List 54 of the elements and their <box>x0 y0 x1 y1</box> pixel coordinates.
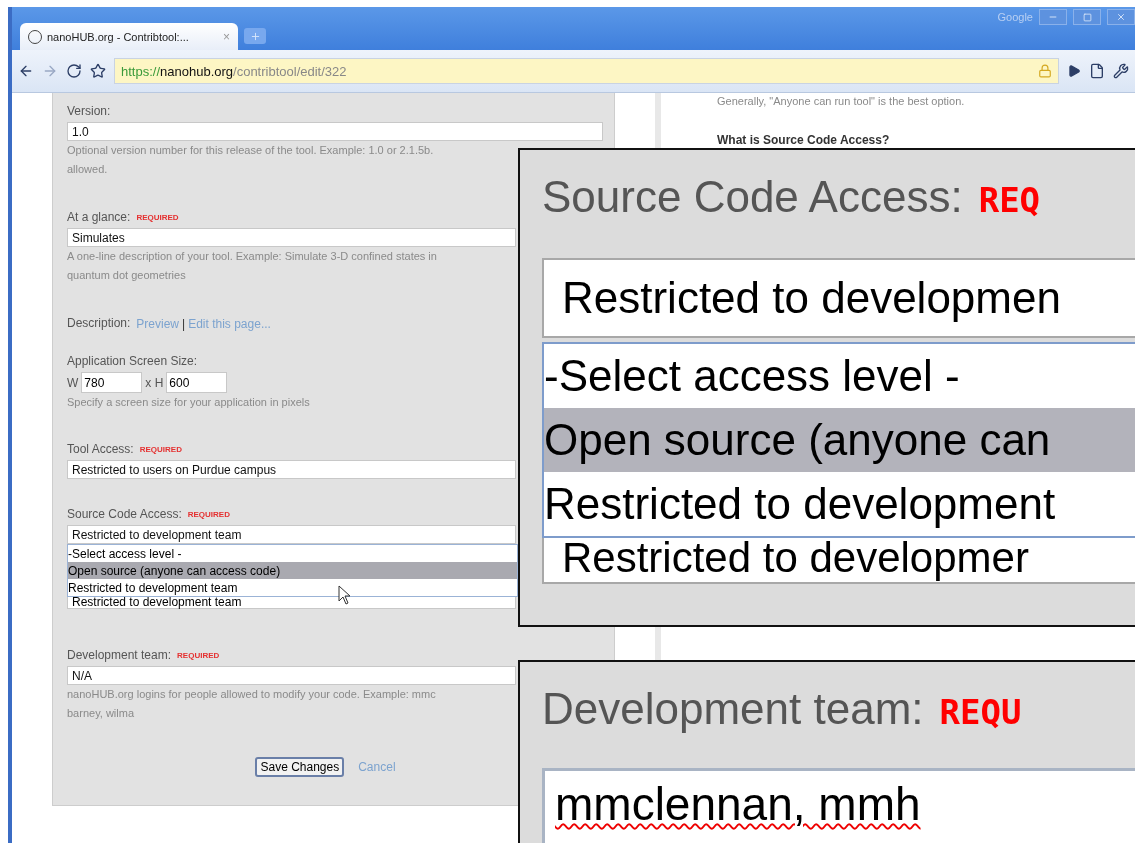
settings-icon[interactable] <box>1113 63 1129 79</box>
select-field[interactable]: Restricted to development team <box>67 525 516 544</box>
address-field[interactable]: https://nanohub.org/contribtool/edit/322 <box>114 58 1059 84</box>
field-label: Application Screen Size: <box>67 354 198 368</box>
help-heading: What is Source Code Access? <box>717 133 891 147</box>
hint-text: A one-line description of your tool. Example: Simulate 3-D confined states in <box>67 249 438 264</box>
required-tag: REQUIRED <box>177 650 220 660</box>
required-tag: REQ <box>978 180 1041 220</box>
dropdown-option[interactable]: Open source (anyone can access code) <box>68 562 517 579</box>
maximize-icon <box>1082 12 1092 22</box>
hint-text: nanoHUB.org logins for people allowed to modify your code. Example: mmc <box>67 687 437 702</box>
select-field[interactable]: Restricted to users on Purdue campus <box>67 460 516 479</box>
width-field[interactable]: 780 <box>81 372 143 393</box>
field-label: Tool Access: <box>67 442 134 456</box>
help-text: Generally, "Anyone can run tool" is the best option. <box>717 95 966 107</box>
star-icon[interactable] <box>90 63 106 79</box>
lock-icon <box>1038 64 1052 78</box>
browser-tab[interactable]: nanoHUB.org - Contribtool:... × <box>20 23 238 50</box>
hint-text: Optional version number for this release of the tool. Example: 1.0 or 2.1.5b. <box>67 143 435 158</box>
select-field[interactable]: Restricted to development team <box>67 597 516 609</box>
plus-icon <box>249 30 261 42</box>
field-label: Source Code Access: <box>67 507 182 521</box>
separator: | <box>182 317 186 331</box>
required-tag: REQUIRED <box>187 509 230 519</box>
required-tag: REQUIRED <box>136 212 179 222</box>
text-field[interactable]: mmclennan, mmh <box>542 768 1135 843</box>
field-label: Description: <box>67 316 131 330</box>
text-field[interactable]: 1.0 <box>67 122 603 141</box>
required-tag: REQU <box>939 692 1022 732</box>
required-tag: REQUIRED <box>139 444 182 454</box>
height-field[interactable]: 600 <box>166 372 228 393</box>
page-icon[interactable] <box>1089 63 1105 79</box>
text-field[interactable]: Simulates <box>67 228 516 247</box>
select-field[interactable]: Restricted to developmen <box>542 258 1135 338</box>
hint-text: Specify a screen size for your application in pixels <box>67 395 311 410</box>
dropdown-option[interactable]: Open source (anyone can <box>544 408 1135 472</box>
height-label: x H <box>145 375 164 390</box>
field-label: Version: <box>67 104 111 118</box>
text-field[interactable]: N/A <box>67 666 516 685</box>
save-button[interactable]: Save Changes <box>255 757 345 777</box>
close-icon <box>1116 12 1126 22</box>
hint-text: quantum dot geometries <box>67 268 187 283</box>
field-label: Development team: <box>67 648 172 662</box>
field-label: Development team: <box>542 684 924 734</box>
hint-text: allowed. <box>67 162 109 177</box>
back-icon[interactable] <box>18 63 34 79</box>
field-label: At a glance: <box>67 210 131 224</box>
reload-icon[interactable] <box>66 63 82 79</box>
brand-text: Google <box>997 11 1033 23</box>
hint-text: barney, wilma <box>67 706 136 721</box>
play-icon[interactable] <box>1067 64 1081 78</box>
width-label: W <box>67 375 79 390</box>
field-label: Source Code Access: <box>542 172 963 222</box>
select-field[interactable]: Restricted to developmer <box>542 538 1135 584</box>
